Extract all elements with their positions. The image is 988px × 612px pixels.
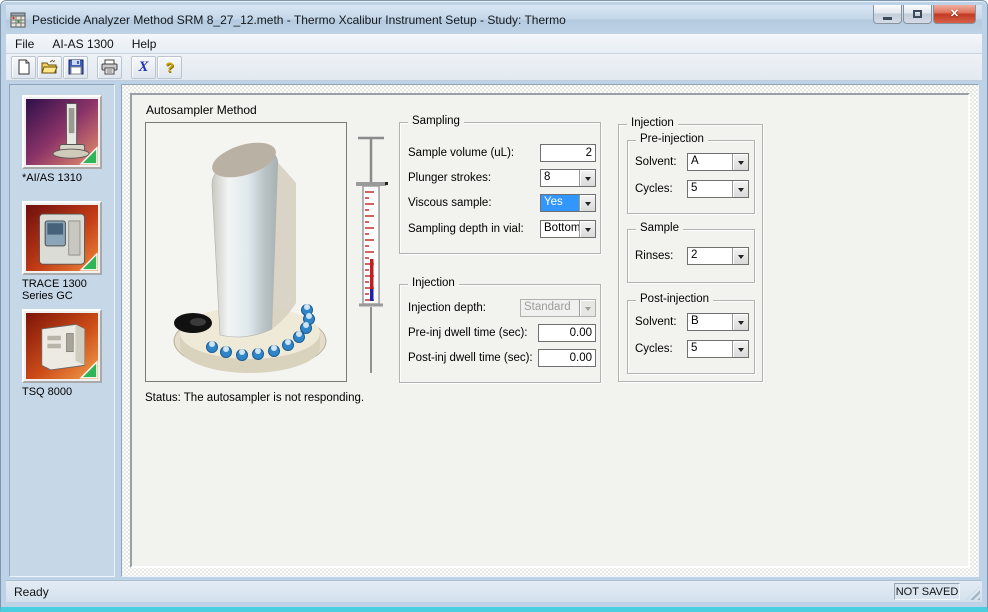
new-document-icon bbox=[16, 59, 32, 75]
minimize-icon bbox=[883, 17, 892, 20]
sample-volume-input[interactable] bbox=[540, 144, 596, 162]
sidebar-item-label: TSQ 8000 bbox=[22, 386, 102, 399]
sidebar-item-ai-as-1310[interactable] bbox=[22, 95, 102, 169]
chevron-down-icon[interactable] bbox=[732, 341, 748, 357]
pre-injection-group: Pre-injection Solvent: A Cycles: 5 bbox=[627, 140, 755, 214]
group-title: Post-injection bbox=[636, 293, 713, 305]
chevron-down-icon[interactable] bbox=[579, 195, 595, 211]
field-label: Injection depth: bbox=[408, 302, 486, 314]
autosampler-illustration bbox=[145, 122, 347, 382]
field-label: Solvent: bbox=[635, 156, 677, 168]
pre-injection-cycles-select[interactable]: 5 bbox=[687, 180, 749, 198]
sidebar-item-label: *AI/AS 1310 bbox=[22, 172, 102, 185]
sampling-depth-select[interactable]: Bottom bbox=[540, 220, 596, 238]
window-title: Pesticide Analyzer Method SRM 8_27_12.me… bbox=[32, 13, 566, 27]
status-bar: Ready NOT SAVED bbox=[6, 580, 982, 602]
gc-instrument-icon bbox=[26, 205, 98, 271]
field-label: Viscous sample: bbox=[408, 197, 492, 209]
menu-ai-as-1300[interactable]: AI-AS 1300 bbox=[43, 35, 122, 53]
close-icon: ✕ bbox=[950, 9, 959, 20]
pre-inj-dwell-input[interactable] bbox=[538, 324, 596, 342]
chevron-down-icon[interactable] bbox=[732, 314, 748, 330]
autosampler-status-text: Status: The autosampler is not respondin… bbox=[145, 392, 364, 404]
chevron-down-icon[interactable] bbox=[732, 248, 748, 264]
resize-grip[interactable] bbox=[966, 586, 980, 600]
chevron-down-icon[interactable] bbox=[732, 181, 748, 197]
title-bar[interactable]: Pesticide Analyzer Method SRM 8_27_12.me… bbox=[6, 5, 982, 34]
chevron-down-icon bbox=[579, 300, 595, 316]
field-label: Sample volume (uL): bbox=[408, 147, 514, 159]
viscous-sample-select[interactable]: Yes bbox=[540, 194, 596, 212]
menu-bar: File AI-AS 1300 Help bbox=[6, 34, 982, 54]
field-label: Post-inj dwell time (sec): bbox=[408, 352, 533, 364]
chevron-down-icon[interactable] bbox=[732, 154, 748, 170]
post-injection-cycles-select[interactable]: 5 bbox=[687, 340, 749, 358]
sidebar-item-tsq-8000[interactable] bbox=[22, 309, 102, 383]
syringe-fill-indicator bbox=[351, 131, 391, 377]
sampling-group: Sampling Sample volume (uL): Plunger str… bbox=[399, 122, 601, 254]
printer-icon bbox=[101, 59, 118, 75]
field-label: Rinses: bbox=[635, 250, 673, 262]
autosampler-method-page: Autosampler Method bbox=[130, 93, 970, 568]
sidebar-item-label: TRACE 1300 Series GC bbox=[22, 278, 102, 303]
sample-rinse-group: Sample Rinses: 2 bbox=[627, 229, 755, 283]
open-button[interactable] bbox=[37, 56, 62, 79]
post-injection-solvent-select[interactable]: B bbox=[687, 313, 749, 331]
save-floppy-icon bbox=[68, 59, 84, 75]
content-area: *AI/AS 1310 TRACE 1300 Series GC bbox=[6, 81, 982, 580]
group-title: Injection bbox=[408, 277, 459, 289]
status-message: Ready bbox=[14, 585, 49, 599]
close-button[interactable]: ✕ bbox=[933, 5, 976, 24]
injection-timing-group: Injection Injection depth: Standard Pre-… bbox=[399, 284, 601, 383]
save-button[interactable] bbox=[63, 56, 88, 79]
field-label: Pre-inj dwell time (sec): bbox=[408, 327, 528, 339]
field-label: Plunger strokes: bbox=[408, 172, 491, 184]
field-label: Sampling depth in vial: bbox=[408, 223, 524, 235]
toolbar: X ? bbox=[6, 54, 982, 81]
ms-instrument-icon bbox=[26, 313, 98, 379]
post-inj-dwell-input[interactable] bbox=[538, 349, 596, 367]
help-button[interactable]: ? bbox=[157, 56, 182, 79]
group-title: Sample bbox=[636, 222, 683, 234]
plunger-strokes-select[interactable]: 8 bbox=[540, 169, 596, 187]
page-title: Autosampler Method bbox=[146, 103, 257, 117]
delete-button[interactable]: X bbox=[131, 56, 156, 79]
blue-x-icon: X bbox=[138, 59, 148, 76]
help-question-icon: ? bbox=[165, 59, 174, 75]
field-label: Solvent: bbox=[635, 316, 677, 328]
application-window: Pesticide Analyzer Method SRM 8_27_12.me… bbox=[0, 0, 988, 612]
injection-rinse-group: Injection Pre-injection Solvent: A Cycle… bbox=[618, 124, 763, 382]
maximize-button[interactable] bbox=[903, 5, 932, 24]
sidebar-item-trace-1300[interactable] bbox=[22, 201, 102, 275]
menu-file[interactable]: File bbox=[6, 35, 43, 53]
instrument-sidebar: *AI/AS 1310 TRACE 1300 Series GC bbox=[9, 84, 115, 577]
injection-depth-select: Standard bbox=[520, 299, 596, 317]
pre-injection-solvent-select[interactable]: A bbox=[687, 153, 749, 171]
field-label: Cycles: bbox=[635, 183, 673, 195]
group-title: Pre-injection bbox=[636, 133, 708, 145]
method-editor-panel: Autosampler Method bbox=[121, 84, 979, 577]
group-title: Sampling bbox=[408, 115, 464, 127]
print-button[interactable] bbox=[97, 56, 122, 79]
new-button[interactable] bbox=[11, 56, 36, 79]
app-icon bbox=[10, 12, 26, 28]
autosampler-instrument-icon bbox=[26, 99, 98, 165]
save-state-badge: NOT SAVED bbox=[894, 583, 960, 600]
sample-rinses-select[interactable]: 2 bbox=[687, 247, 749, 265]
field-label: Cycles: bbox=[635, 343, 673, 355]
chevron-down-icon[interactable] bbox=[579, 221, 595, 237]
post-injection-group: Post-injection Solvent: B Cycles: 5 bbox=[627, 300, 755, 374]
open-folder-icon bbox=[41, 59, 58, 75]
minimize-button[interactable] bbox=[873, 5, 902, 24]
chevron-down-icon[interactable] bbox=[579, 170, 595, 186]
menu-help[interactable]: Help bbox=[123, 35, 166, 53]
group-title: Injection bbox=[627, 117, 678, 129]
maximize-icon bbox=[913, 10, 922, 18]
